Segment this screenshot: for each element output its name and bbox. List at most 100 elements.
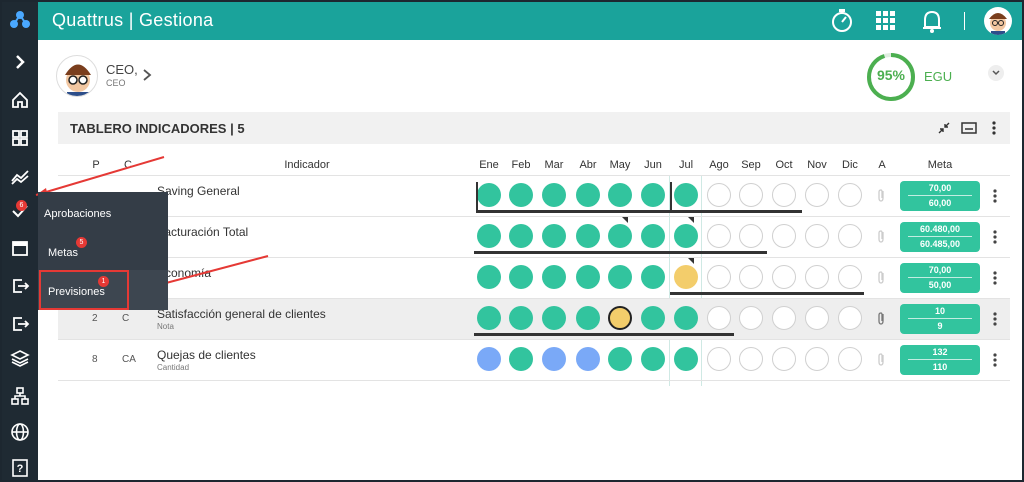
month-status-dot[interactable] xyxy=(608,347,632,371)
month-status-dot[interactable] xyxy=(542,183,566,207)
egu-dropdown-button[interactable] xyxy=(988,65,1004,81)
comment-corner-marker xyxy=(688,258,694,264)
month-status-dot[interactable] xyxy=(805,183,829,207)
keyboard-icon[interactable] xyxy=(960,120,978,141)
stopwatch-icon[interactable] xyxy=(830,8,854,39)
collapse-icon[interactable] xyxy=(936,120,952,141)
col-header-meta: Meta xyxy=(927,159,953,171)
month-status-dot[interactable] xyxy=(509,183,533,207)
month-status-dot[interactable] xyxy=(641,306,665,330)
month-status-dot[interactable] xyxy=(477,224,501,248)
month-status-dot[interactable] xyxy=(772,347,796,371)
month-status-dot[interactable] xyxy=(838,347,862,371)
month-status-dot[interactable] xyxy=(477,183,501,207)
month-status-dot[interactable] xyxy=(542,347,566,371)
month-status-dot[interactable] xyxy=(641,183,665,207)
month-status-dot[interactable] xyxy=(739,306,763,330)
month-status-dot[interactable] xyxy=(608,224,632,248)
month-status-dot[interactable] xyxy=(838,306,862,330)
month-status-dot[interactable] xyxy=(772,306,796,330)
month-status-dot[interactable] xyxy=(707,183,731,207)
comment-corner-marker xyxy=(688,217,694,223)
progress-underline xyxy=(670,292,864,295)
month-status-dot[interactable] xyxy=(641,265,665,289)
meta-box[interactable]: 70,00 60,00 xyxy=(900,181,980,211)
globe-icon[interactable] xyxy=(8,420,32,444)
month-status-dot[interactable] xyxy=(739,224,763,248)
attachment-icon[interactable] xyxy=(876,229,886,243)
month-status-dot[interactable] xyxy=(509,306,533,330)
month-status-dot[interactable] xyxy=(576,183,600,207)
month-status-dot[interactable] xyxy=(542,306,566,330)
month-status-dot[interactable] xyxy=(576,265,600,289)
apps-grid-icon[interactable] xyxy=(874,8,898,39)
indicator-unit: Nota xyxy=(157,322,174,331)
month-status-dot[interactable] xyxy=(477,306,501,330)
month-status-dot[interactable] xyxy=(805,265,829,289)
month-status-dot[interactable] xyxy=(509,265,533,289)
month-status-dot[interactable] xyxy=(509,224,533,248)
user-avatar[interactable] xyxy=(984,7,1012,35)
month-status-dot[interactable] xyxy=(542,265,566,289)
layers-icon[interactable] xyxy=(8,346,32,370)
month-status-dot[interactable] xyxy=(576,224,600,248)
month-status-dot[interactable] xyxy=(674,224,698,248)
month-status-dot[interactable] xyxy=(608,265,632,289)
month-status-dot[interactable] xyxy=(542,224,566,248)
month-status-dot[interactable] xyxy=(674,183,698,207)
month-status-dot[interactable] xyxy=(707,224,731,248)
row-menu-icon[interactable] xyxy=(992,352,998,368)
indicator-name[interactable]: Quejas de clientes xyxy=(157,348,256,362)
month-header: Ago xyxy=(709,159,729,171)
month-status-dot[interactable] xyxy=(805,306,829,330)
month-status-dot[interactable] xyxy=(576,347,600,371)
month-status-dot[interactable] xyxy=(608,306,632,330)
month-status-dot[interactable] xyxy=(772,224,796,248)
row-menu-icon[interactable] xyxy=(992,229,998,245)
panel-menu-icon[interactable] xyxy=(990,120,998,141)
month-status-dot[interactable] xyxy=(707,306,731,330)
row-menu-icon[interactable] xyxy=(992,188,998,204)
month-status-dot[interactable] xyxy=(739,265,763,289)
meta-box[interactable]: 60.480,00 60.485,00 xyxy=(900,222,980,252)
month-status-dot[interactable] xyxy=(838,224,862,248)
month-status-dot[interactable] xyxy=(838,183,862,207)
month-status-dot[interactable] xyxy=(509,347,533,371)
month-status-dot[interactable] xyxy=(674,265,698,289)
month-status-dot[interactable] xyxy=(641,347,665,371)
month-status-dot[interactable] xyxy=(608,183,632,207)
month-status-dot[interactable] xyxy=(805,224,829,248)
attachment-icon[interactable] xyxy=(876,188,886,202)
col-header-a: A xyxy=(878,159,886,171)
bell-icon[interactable] xyxy=(920,8,944,39)
menu-item-metas[interactable]: Metas xyxy=(48,247,78,259)
help-icon[interactable]: ? xyxy=(8,456,32,480)
attachment-icon[interactable] xyxy=(876,311,886,325)
month-status-dot[interactable] xyxy=(477,347,501,371)
month-status-dot[interactable] xyxy=(674,306,698,330)
attachment-icon[interactable] xyxy=(876,352,886,366)
row-menu-icon[interactable] xyxy=(992,311,998,327)
attachment-icon[interactable] xyxy=(876,270,886,284)
month-status-dot[interactable] xyxy=(576,306,600,330)
meta-box[interactable]: 10 9 xyxy=(900,304,980,334)
month-status-dot[interactable] xyxy=(674,347,698,371)
month-status-dot[interactable] xyxy=(772,265,796,289)
month-header: Jul xyxy=(678,159,694,171)
month-status-dot[interactable] xyxy=(739,347,763,371)
month-status-dot[interactable] xyxy=(805,347,829,371)
month-status-dot[interactable] xyxy=(707,265,731,289)
menu-item-aprobaciones[interactable]: Aprobaciones xyxy=(44,208,111,220)
meta-box[interactable]: 70,00 50,00 xyxy=(900,263,980,293)
month-status-dot[interactable] xyxy=(838,265,862,289)
month-status-dot[interactable] xyxy=(739,183,763,207)
org-chart-icon[interactable] xyxy=(8,384,32,408)
row-c: CA xyxy=(122,354,136,365)
month-status-dot[interactable] xyxy=(707,347,731,371)
meta-actual: 60,00 xyxy=(908,195,972,208)
month-status-dot[interactable] xyxy=(641,224,665,248)
meta-box[interactable]: 132 110 xyxy=(900,345,980,375)
month-status-dot[interactable] xyxy=(477,265,501,289)
month-status-dot[interactable] xyxy=(772,183,796,207)
row-menu-icon[interactable] xyxy=(992,270,998,286)
